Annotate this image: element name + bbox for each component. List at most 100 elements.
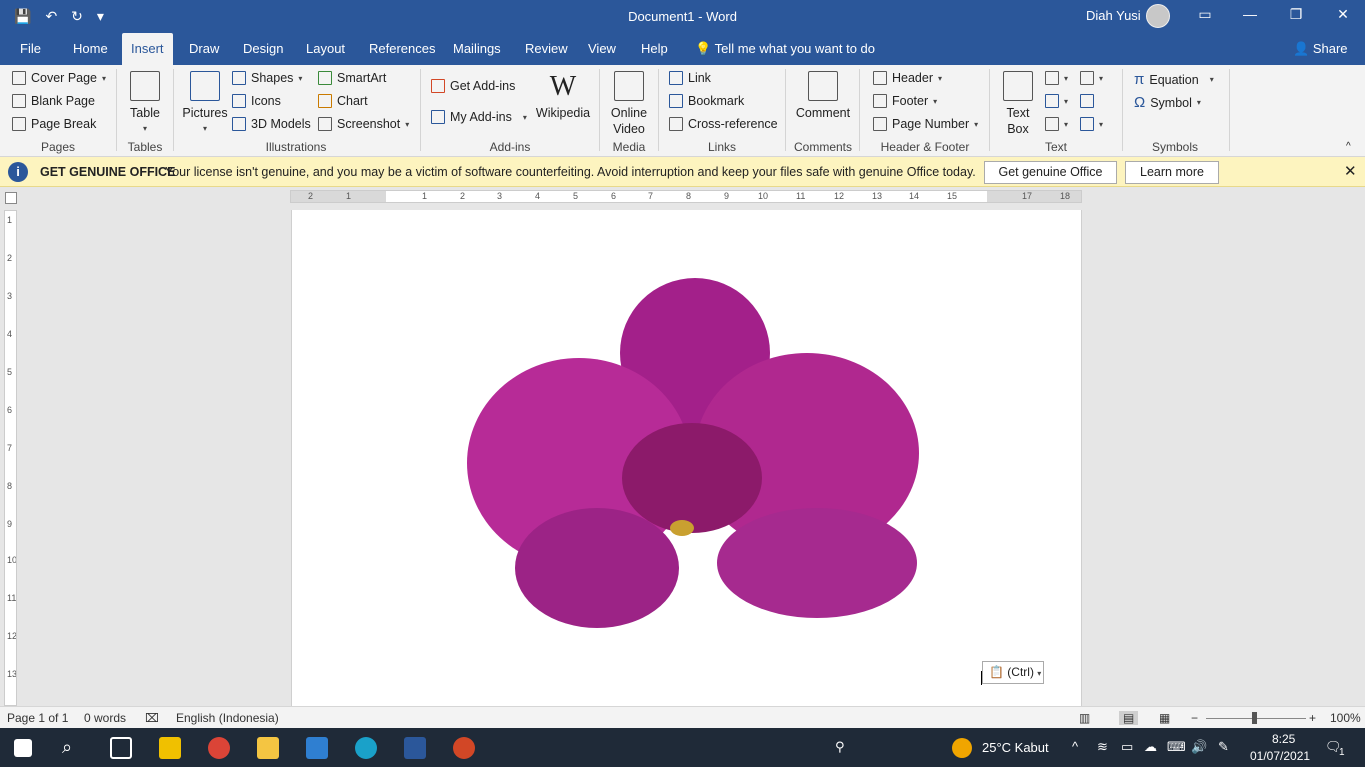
tab-insert[interactable]: Insert xyxy=(122,33,173,65)
quick-parts-button[interactable]: ▾ xyxy=(1045,71,1068,85)
restore-button[interactable]: ❐ xyxy=(1286,6,1306,23)
paste-options-button[interactable]: 📋 (Ctrl) ▾ xyxy=(982,661,1044,684)
read-mode-icon[interactable]: ▥ xyxy=(1079,711,1090,725)
pictures-button[interactable]: Pictures ▾ xyxy=(182,71,228,137)
edge-icon[interactable] xyxy=(355,737,377,759)
share-button[interactable]: 👤 Share xyxy=(1293,33,1348,65)
tab-design[interactable]: Design xyxy=(234,33,292,65)
shapes-button[interactable]: Shapes ▾ xyxy=(232,71,302,85)
bookmark-button[interactable]: Bookmark xyxy=(669,94,744,108)
chevron-up-icon[interactable]: ^ xyxy=(1072,739,1078,754)
windows-start-icon[interactable] xyxy=(14,739,32,757)
drop-cap-button[interactable]: ▾ xyxy=(1045,117,1068,131)
comment-button[interactable]: Comment xyxy=(794,71,852,121)
header-button[interactable]: Header ▾ xyxy=(873,71,942,85)
blank-page-icon xyxy=(12,94,26,108)
tab-mailings[interactable]: Mailings xyxy=(444,33,510,65)
people-icon[interactable]: ⚲ xyxy=(835,739,845,755)
icons-button[interactable]: Icons xyxy=(232,94,281,108)
bookmark-icon xyxy=(669,94,683,108)
get-genuine-office-button[interactable]: Get genuine Office xyxy=(984,161,1117,184)
close-icon[interactable]: ✕ xyxy=(1344,162,1357,180)
tab-home[interactable]: Home xyxy=(64,33,117,65)
ribbon-display-icon[interactable]: ▭ xyxy=(1195,6,1215,23)
wikipedia-button[interactable]: W Wikipedia xyxy=(535,71,591,121)
tab-file[interactable]: File xyxy=(11,33,50,65)
object-button[interactable]: ▾ xyxy=(1080,117,1103,131)
my-addins-button[interactable]: My Add-ins ▾ xyxy=(431,110,527,124)
volume-icon[interactable]: 🔊 xyxy=(1191,739,1207,755)
chart-button[interactable]: Chart xyxy=(318,94,368,108)
weather-text[interactable]: 25°C Kabut xyxy=(982,740,1049,755)
web-layout-icon[interactable]: ▦ xyxy=(1159,711,1170,725)
file-explorer-icon[interactable] xyxy=(257,737,279,759)
symbol-button[interactable]: Ω Symbol ▾ xyxy=(1134,94,1201,111)
proofing-icon[interactable]: ⌧ xyxy=(145,711,159,725)
page-break-button[interactable]: Page Break xyxy=(12,117,96,131)
link-label: Link xyxy=(688,71,711,85)
minimize-button[interactable]: — xyxy=(1240,6,1260,22)
table-button[interactable]: Table ▾ xyxy=(124,71,166,137)
smartart-button[interactable]: SmartArt xyxy=(318,71,386,85)
3d-models-button[interactable]: 3D Models xyxy=(232,117,311,131)
page-number-button[interactable]: Page Number ▾ xyxy=(873,117,978,131)
get-addins-button[interactable]: Get Add-ins xyxy=(431,79,515,93)
word-count[interactable]: 0 words xyxy=(84,711,126,725)
tab-selector[interactable] xyxy=(5,192,17,204)
screenshot-button[interactable]: Screenshot ▾ xyxy=(318,117,409,131)
network-icon[interactable]: ≋ xyxy=(1097,739,1108,755)
task-view-icon[interactable] xyxy=(110,737,132,759)
powerpoint-icon[interactable] xyxy=(453,737,475,759)
chevron-down-icon: ▾ xyxy=(1099,119,1104,129)
cross-reference-button[interactable]: Cross-reference xyxy=(669,117,778,131)
store-icon[interactable] xyxy=(159,737,181,759)
pen-icon[interactable]: ✎ xyxy=(1218,739,1229,755)
tell-me-search[interactable]: 💡 Tell me what you want to do xyxy=(695,33,875,65)
text-box-icon xyxy=(1003,71,1033,101)
word-icon[interactable] xyxy=(404,737,426,759)
learn-more-button[interactable]: Learn more xyxy=(1125,161,1219,184)
language[interactable]: English (Indonesia) xyxy=(176,711,279,725)
link-button[interactable]: Link xyxy=(669,71,711,85)
ruler-label: 7 xyxy=(648,191,654,201)
chrome-icon[interactable] xyxy=(208,737,230,759)
close-button[interactable]: ✕ xyxy=(1333,6,1353,23)
blank-page-button[interactable]: Blank Page xyxy=(12,94,95,108)
horizontal-ruler[interactable]: 2 1 1 2 3 4 5 6 7 8 9 10 11 12 13 14 15 … xyxy=(290,190,1082,203)
equation-button[interactable]: π Equation ▾ xyxy=(1134,71,1214,88)
zoom-out-button[interactable]: − xyxy=(1191,711,1198,725)
tab-draw[interactable]: Draw xyxy=(180,33,228,65)
tab-help[interactable]: Help xyxy=(632,33,677,65)
document-page[interactable]: 📋 (Ctrl) ▾ xyxy=(291,210,1082,706)
vertical-ruler[interactable]: 1 2 3 4 5 6 7 8 9 10 11 12 13 xyxy=(4,210,17,706)
footer-button[interactable]: Footer ▾ xyxy=(873,94,937,108)
tab-review[interactable]: Review xyxy=(516,33,577,65)
weather-icon[interactable] xyxy=(952,738,972,758)
zoom-level[interactable]: 100% xyxy=(1330,711,1361,725)
text-box-button[interactable]: Text Box xyxy=(998,71,1038,137)
print-layout-icon[interactable]: ▤ xyxy=(1119,711,1139,725)
battery-icon[interactable]: ▭ xyxy=(1121,739,1133,755)
online-video-button[interactable]: Online Video xyxy=(606,71,652,137)
avatar[interactable] xyxy=(1146,4,1170,28)
clock-time[interactable]: 8:25 xyxy=(1272,732,1295,746)
tab-view[interactable]: View xyxy=(579,33,625,65)
cloud-icon[interactable]: ☁ xyxy=(1144,739,1157,755)
search-icon[interactable]: ⌕ xyxy=(62,737,72,758)
tab-layout[interactable]: Layout xyxy=(297,33,354,65)
zoom-slider-thumb[interactable] xyxy=(1252,712,1257,724)
chevron-down-icon: ▾ xyxy=(933,96,938,106)
date-time-button[interactable] xyxy=(1080,94,1094,108)
mail-icon[interactable] xyxy=(306,737,328,759)
page-count[interactable]: Page 1 of 1 xyxy=(7,711,68,725)
zoom-in-button[interactable]: + xyxy=(1309,711,1316,725)
cover-page-button[interactable]: Cover Page ▾ xyxy=(12,71,106,85)
signature-line-button[interactable]: ▾ xyxy=(1080,71,1103,85)
ime-icon[interactable]: ⌨ xyxy=(1167,739,1186,755)
user-name[interactable]: Diah Yusi xyxy=(1086,8,1141,23)
tab-references[interactable]: References xyxy=(360,33,444,65)
collapse-ribbon-icon[interactable]: ^ xyxy=(1346,141,1351,152)
orchid-image[interactable] xyxy=(467,278,932,633)
wordart-button[interactable]: ▾ xyxy=(1045,94,1068,108)
clock-date[interactable]: 01/07/2021 xyxy=(1250,749,1310,763)
